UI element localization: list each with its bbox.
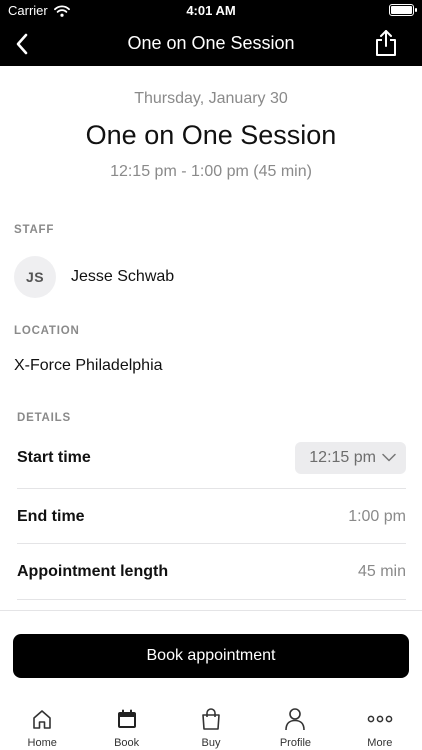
details-section-label: DETAILS xyxy=(17,412,71,424)
person-icon xyxy=(282,707,308,731)
location-section-label: LOCATION xyxy=(14,325,80,337)
tab-label: Buy xyxy=(201,737,221,749)
calendar-icon xyxy=(114,707,140,731)
start-time-label: Start time xyxy=(17,448,91,466)
end-time-row: End time 1:00 pm xyxy=(17,489,406,544)
tab-home[interactable]: Home xyxy=(0,697,84,750)
chevron-left-icon xyxy=(16,33,28,55)
start-time-value: 12:15 pm xyxy=(309,448,376,466)
status-time: 4:01 AM xyxy=(186,3,236,18)
book-appointment-button[interactable]: Book appointment xyxy=(13,634,409,678)
start-time-row: Start time 12:15 pm xyxy=(17,430,406,485)
session-date: Thursday, January 30 xyxy=(134,90,288,107)
session-title: One on One Session xyxy=(85,120,337,150)
more-dots-icon xyxy=(367,707,393,731)
end-time-value: 1:00 pm xyxy=(348,507,406,525)
status-bar: Carrier 4:01 AM xyxy=(0,0,422,22)
divider xyxy=(17,599,406,600)
start-time-picker[interactable]: 12:15 pm xyxy=(295,441,406,474)
share-button[interactable] xyxy=(372,26,400,60)
appointment-length-value: 45 min xyxy=(357,562,406,580)
battery-icon xyxy=(389,4,417,16)
nav-title: One on One Session xyxy=(127,33,295,53)
tab-more[interactable]: More xyxy=(338,697,422,750)
footer-divider xyxy=(0,610,422,611)
avatar: JS xyxy=(14,256,56,298)
staff-section-label: STAFF xyxy=(14,224,55,236)
tab-label: Home xyxy=(27,737,57,749)
shopping-bag-icon xyxy=(198,707,224,731)
share-icon xyxy=(376,30,396,56)
chevron-down-icon xyxy=(382,453,396,462)
location-value: X-Force Philadelphia xyxy=(14,357,163,374)
session-details: Thursday, January 30 One on One Session … xyxy=(0,66,422,610)
tab-profile[interactable]: Profile xyxy=(253,697,337,750)
app-screen: Carrier 4:01 AM One on One Session Thurs… xyxy=(0,0,422,750)
staff-row[interactable]: JS Jesse Schwab xyxy=(14,256,174,298)
tab-bar: Home Book Buy Profile More xyxy=(0,697,422,750)
home-icon xyxy=(29,707,55,731)
end-time-label: End time xyxy=(17,507,85,525)
back-button[interactable] xyxy=(8,28,36,60)
tab-book[interactable]: Book xyxy=(84,697,168,750)
appointment-length-row: Appointment length 45 min xyxy=(17,544,406,599)
staff-name: Jesse Schwab xyxy=(71,268,175,285)
session-time-range: 12:15 pm - 1:00 pm (45 min) xyxy=(110,163,312,180)
tab-label: Book xyxy=(114,737,140,749)
tab-buy[interactable]: Buy xyxy=(169,697,253,750)
header: Carrier 4:01 AM One on One Session xyxy=(0,0,422,66)
appointment-length-label: Appointment length xyxy=(17,562,169,580)
nav-bar: One on One Session xyxy=(0,22,422,66)
tab-label: More xyxy=(367,737,393,749)
tab-label: Profile xyxy=(279,737,312,749)
